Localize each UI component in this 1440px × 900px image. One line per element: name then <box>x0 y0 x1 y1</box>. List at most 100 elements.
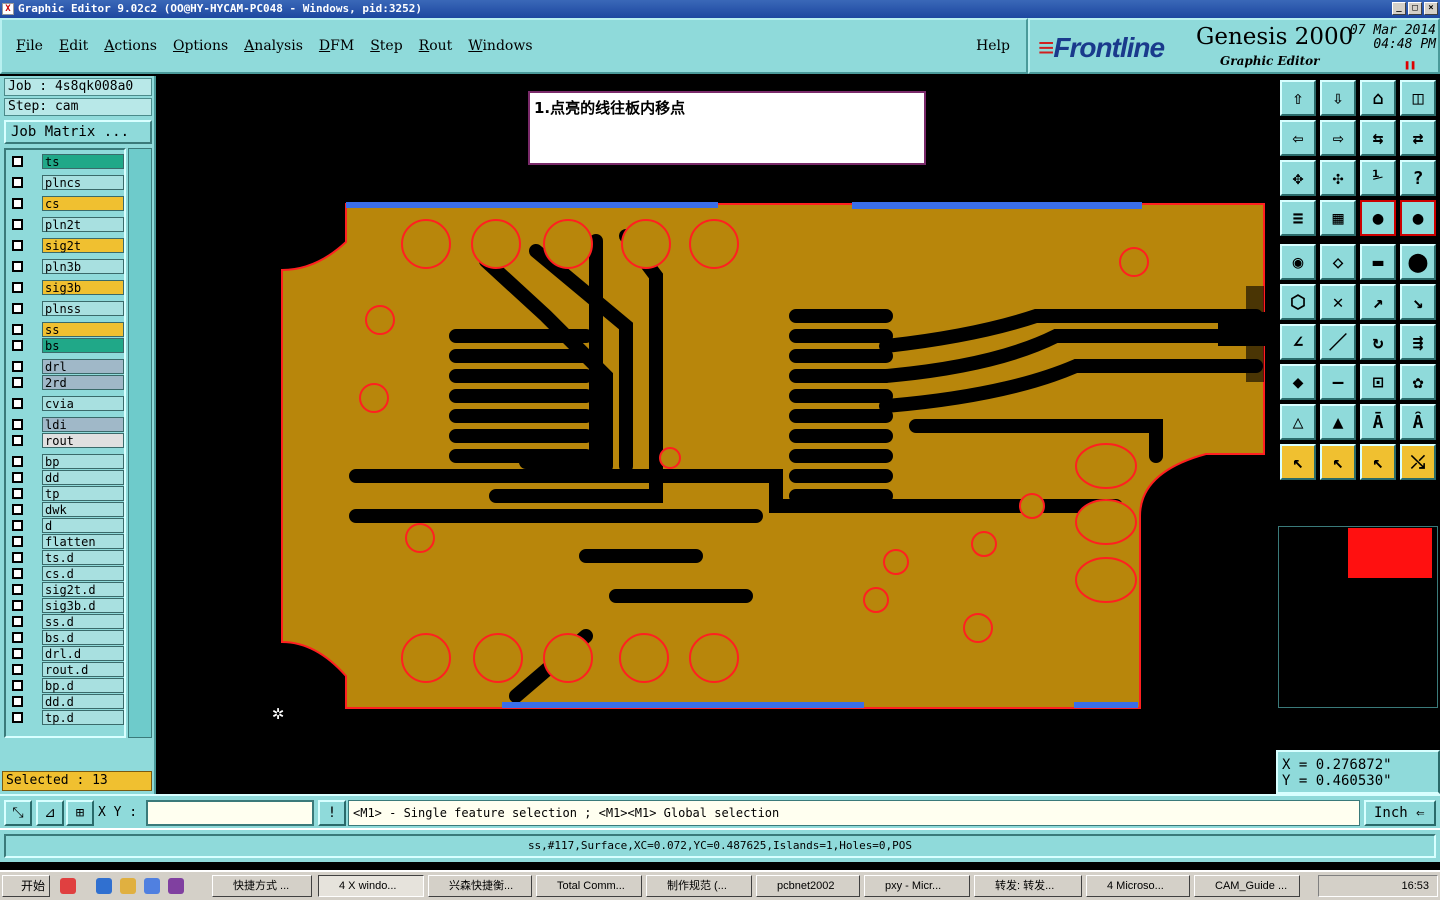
layer-checkbox[interactable] <box>12 488 23 499</box>
line-icon[interactable]: ／ <box>1320 324 1356 360</box>
grid-icon[interactable]: ▦ <box>1320 200 1356 236</box>
layer-checkbox[interactable] <box>12 664 23 675</box>
taskbar-item[interactable]: pxy - Micr... <box>864 875 970 897</box>
job-matrix-button[interactable]: Job Matrix ... <box>4 120 152 144</box>
layer-checkbox[interactable] <box>12 282 23 293</box>
layer-row[interactable]: bp.d <box>8 678 126 693</box>
swap-icon[interactable]: ⇆ <box>1360 120 1396 156</box>
layer-name[interactable]: ts.d <box>42 550 124 565</box>
menu-step[interactable]: Step <box>370 38 402 54</box>
units-select[interactable]: Inch ⇐ <box>1364 800 1436 826</box>
layer-checkbox[interactable] <box>12 552 23 563</box>
save-icon[interactable]: ⇩ <box>1320 80 1356 116</box>
layer-name[interactable]: drl <box>42 359 124 374</box>
minimize-icon[interactable]: _ <box>1392 2 1406 15</box>
layer-row[interactable]: bs.d <box>8 630 126 645</box>
pcb-view[interactable] <box>156 76 1276 794</box>
layer-row[interactable]: ldi <box>8 417 126 432</box>
layer-row[interactable]: plncs <box>8 175 126 190</box>
layer-checkbox[interactable] <box>12 398 23 409</box>
layer-name[interactable]: cs <box>42 196 124 211</box>
split-icon[interactable]: ⇶ <box>1400 324 1436 360</box>
layer-row[interactable]: bs <box>8 338 126 353</box>
clock-app-icon[interactable] <box>120 878 136 894</box>
layer-checkbox[interactable] <box>12 303 23 314</box>
layer-row[interactable]: dd <box>8 470 126 485</box>
layer-row[interactable]: sig3b <box>8 280 126 295</box>
menu-options[interactable]: Options <box>173 38 228 54</box>
shape-icon[interactable]: ◇ <box>1320 244 1356 280</box>
menu-edit[interactable]: Edit <box>59 38 88 54</box>
layer-a-icon[interactable]: ● <box>1360 200 1396 236</box>
layer-name[interactable]: bp.d <box>42 678 124 693</box>
layer-name[interactable]: flatten <box>42 534 124 549</box>
layer-row[interactable]: dd.d <box>8 694 126 709</box>
graphic-canvas[interactable]: 1.点亮的线往板内移点 ✲ <box>156 76 1276 794</box>
layer-checkbox[interactable] <box>12 472 23 483</box>
layer-checkbox[interactable] <box>12 198 23 209</box>
select2-icon[interactable]: ↖ <box>1320 444 1356 480</box>
layer-checkbox[interactable] <box>12 435 23 446</box>
layer-checkbox[interactable] <box>12 219 23 230</box>
flower-icon[interactable]: ✿ <box>1400 364 1436 400</box>
menu-actions[interactable]: Actions <box>104 38 157 54</box>
layer-row[interactable]: ts.d <box>8 550 126 565</box>
maximize-icon[interactable]: □ <box>1408 2 1422 15</box>
layer-name[interactable]: tp <box>42 486 124 501</box>
connect-icon[interactable]: ↗ <box>1360 284 1396 320</box>
menu-analysis[interactable]: Analysis <box>244 38 303 54</box>
layer-row[interactable]: cs <box>8 196 126 211</box>
layer-name[interactable]: sig3b.d <box>42 598 124 613</box>
layer-row[interactable]: drl <box>8 359 126 374</box>
home-icon[interactable]: ⌂ <box>1360 80 1396 116</box>
layer-name[interactable]: d <box>42 518 124 533</box>
layer-row[interactable]: flatten <box>8 534 126 549</box>
layer-row[interactable]: tp <box>8 486 126 501</box>
layer-name[interactable]: dd <box>42 470 124 485</box>
layer-row[interactable]: drl.d <box>8 646 126 661</box>
triangle-icon[interactable]: △ <box>1280 404 1316 440</box>
layer-checkbox[interactable] <box>12 520 23 531</box>
xy-input[interactable] <box>146 800 314 826</box>
layer-row[interactable]: ss <box>8 322 126 337</box>
window-icon[interactable]: ◫ <box>1400 80 1436 116</box>
taskbar-item[interactable]: CAM_Guide ... <box>1194 875 1300 897</box>
layer-name[interactable]: sig2t <box>42 238 124 253</box>
layer-row[interactable]: ss.d <box>8 614 126 629</box>
layer-row[interactable]: sig2t <box>8 238 126 253</box>
layer-name[interactable]: pln3b <box>42 259 124 274</box>
rotate-icon[interactable]: ↻ <box>1360 324 1396 360</box>
layer-row[interactable]: bp <box>8 454 126 469</box>
layer-checkbox[interactable] <box>12 504 23 515</box>
menu-rout[interactable]: Rout <box>419 38 453 54</box>
layer-name[interactable]: pln2t <box>42 217 124 232</box>
arc-icon[interactable]: ▲ <box>1320 404 1356 440</box>
select-icon[interactable]: ↖ <box>1280 444 1316 480</box>
layer-checkbox[interactable] <box>12 616 23 627</box>
layer-checkbox[interactable] <box>12 324 23 335</box>
layer-name[interactable]: dwk <box>42 502 124 517</box>
layer-checkbox[interactable] <box>12 584 23 595</box>
layer-name[interactable]: bs.d <box>42 630 124 645</box>
layer-row[interactable]: dwk <box>8 502 126 517</box>
layer-checkbox[interactable] <box>12 361 23 372</box>
taskbar-item[interactable]: 转发: 转发... <box>974 875 1082 897</box>
flip-icon[interactable]: ⇄ <box>1400 120 1436 156</box>
layer-name[interactable]: rout.d <box>42 662 124 677</box>
layer-checkbox[interactable] <box>12 456 23 467</box>
minus-icon[interactable]: — <box>1320 364 1356 400</box>
select3-icon[interactable]: ↖ <box>1360 444 1396 480</box>
taskbar-item[interactable]: 4 Microso... <box>1086 875 1190 897</box>
right-icon[interactable]: ⇨ <box>1320 120 1356 156</box>
layer-checkbox[interactable] <box>12 377 23 388</box>
ruler-icon[interactable]: ▬ <box>1360 244 1396 280</box>
layer-checkbox[interactable] <box>12 680 23 691</box>
left-icon[interactable]: ⇦ <box>1280 120 1316 156</box>
arc2-icon[interactable]: Ā <box>1360 404 1396 440</box>
taskbar-item[interactable]: Total Comm... <box>536 875 642 897</box>
layer-row[interactable]: plnss <box>8 301 126 316</box>
quicklaunch-icon[interactable] <box>60 878 76 894</box>
layer-checkbox[interactable] <box>12 536 23 547</box>
layer-row[interactable]: sig2t.d <box>8 582 126 597</box>
taskbar-item[interactable]: 4 X windo... <box>318 875 424 897</box>
